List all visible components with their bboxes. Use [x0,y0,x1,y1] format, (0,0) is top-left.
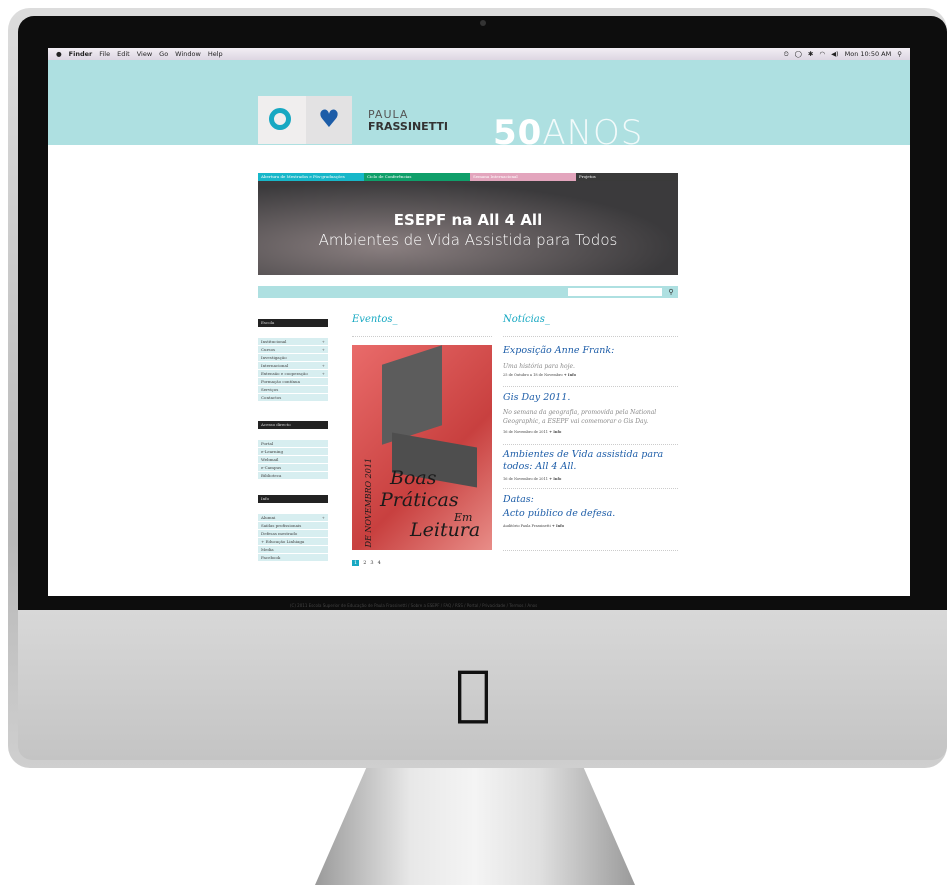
sidebar-item[interactable]: Alumni + [258,514,328,522]
tab-projetos[interactable]: Projetos [576,173,678,181]
feature-tabs: Abertura de Mestrados e Pós-graduações C… [258,173,678,181]
sync-icon[interactable]: ◯ [795,50,802,59]
divider [503,550,678,551]
imac-stand [315,768,635,885]
news-meta: 16 de Novembro de 2011 + Info [503,430,562,434]
bluetooth-icon[interactable]: ✱ [808,50,813,59]
sidebar-item[interactable]: + Educação Linhiaga [258,538,328,546]
tab-mestrados[interactable]: Abertura de Mestrados e Pós-graduações [258,173,364,181]
poster-text: Boas [390,467,437,489]
sidebar-item[interactable]: Internacional + [258,362,328,370]
menu-file[interactable]: File [99,50,110,58]
clock[interactable]: Mon 10:50 AM [845,50,892,59]
page-1[interactable]: 1 [352,560,360,566]
menu-edit[interactable]: Edit [117,50,130,58]
logo-heart-icon[interactable]: ♥ [306,96,352,144]
menu-help[interactable]: Help [208,50,223,58]
spotlight-icon[interactable]: ⚲ [897,50,902,59]
volume-icon[interactable]: ◀) [831,50,839,59]
news-title[interactable]: Gis Day 2011. [503,392,570,404]
banner-subtitle: Ambientes de Vida Assistida para Todos [318,231,618,249]
news-meta: Auditório Paula Frassinetti + Info [503,524,564,528]
divider [503,444,678,445]
sidebar-item[interactable]: e-Campus [258,464,328,472]
more-info-link[interactable]: + Info [549,430,561,434]
brand-line2: FRASSINETTI [368,120,449,133]
news-body: No semana da geografia, promovida pela N… [503,409,657,425]
news-title[interactable]: Exposição Anne Frank: [503,345,614,357]
news-meta: 25 de Outubro a 18 de Novembro + Info [503,373,576,377]
sidebar-item[interactable]: Serviços [258,386,328,394]
time-machine-icon[interactable]: ⏲ [784,50,789,59]
noticias-title: Notícias_ [503,314,550,325]
poster-date: 5 DE NOVEMBRO 2011 [364,457,373,550]
sidebar-item[interactable]: Saídas profissionais [258,522,328,530]
sidebar-item[interactable]: Cursos + [258,346,328,354]
news-body: Uma história para hoje. [503,363,575,370]
pagination: 1 2 3 4 [352,560,381,566]
screen: ● Finder File Edit View Go Window Help ⏲… [48,48,910,596]
poster-book-shape [382,345,442,445]
hero-banner[interactable]: ESEPF na All 4 All Ambientes de Vida Ass… [258,181,678,275]
camera-icon [480,20,486,26]
news-title[interactable]: Ambientes de Vida assistida para todos: … [503,449,678,473]
menu-window[interactable]: Window [175,50,201,58]
sidebar-acesso-title: Acesso directo [258,421,328,429]
sidebar-escola-list: Institucional + Cursos + Investigação Inte… [258,338,328,402]
eventos-title: Eventos_ [352,314,398,325]
sidebar-item[interactable]: e-Learning [258,448,328,456]
event-poster[interactable]: Boas Práticas Em Leitura 5 DE NOVEMBRO 2… [352,345,492,550]
sidebar-item[interactable]: Biblioteca [258,472,328,480]
divider [503,386,678,387]
poster-text: Práticas [380,489,459,511]
divider [503,488,678,489]
sidebar-item[interactable]: Webmail [258,456,328,464]
tab-conferencias[interactable]: Ciclo de Conferências [364,173,470,181]
wifi-icon[interactable]: ◠ [819,50,825,59]
site-header [48,60,910,145]
news-title[interactable]: Datas: [503,494,534,506]
menu-go[interactable]: Go [159,50,168,58]
sidebar-item[interactable]: Extensão e cooperação + [258,370,328,378]
divider [503,336,678,337]
more-info-link[interactable]: + Info [564,373,576,377]
poster-text: Leitura [410,519,481,541]
sidebar-item[interactable]: Contactos [258,394,328,402]
logo-circle-icon[interactable] [258,96,306,144]
tab-semana[interactable]: Semana Internacional [470,173,576,181]
more-info-link[interactable]: + Info [549,477,561,481]
sidebar-item[interactable]: Facebook [258,554,328,562]
more-info-link[interactable]: + Info [552,524,564,528]
news-subtitle[interactable]: Acto público de defesa. [503,508,615,520]
site-footer: (C) 2011 Escola Superior de Educação de … [290,603,538,608]
sidebar-acesso-list: Portal e-Learning Webmail e-Campus Bibli… [258,440,328,480]
sidebar-item[interactable]: Portal [258,440,328,448]
sidebar-item[interactable]: Defesas mestrado [258,530,328,538]
banner-title: ESEPF na All 4 All [393,211,543,229]
sidebar-info-title: Info [258,495,328,503]
sidebar-item[interactable]: Institucional + [258,338,328,346]
apple-logo-icon:  [455,663,491,723]
page-2[interactable]: 2 [363,560,366,566]
search-input[interactable] [568,288,662,296]
fifty-anos-logo: 50ANOS [493,116,644,145]
page-3[interactable]: 3 [370,560,373,566]
mac-menubar: ● Finder File Edit View Go Window Help ⏲… [48,48,910,60]
sidebar-item[interactable]: Formação contínua [258,378,328,386]
news-meta: 16 de Novembro de 2011 + Info [503,477,562,481]
page-4[interactable]: 4 [378,560,381,566]
menu-app[interactable]: Finder [69,50,93,58]
search-icon[interactable]: ⚲ [664,286,678,298]
menu-view[interactable]: View [137,50,152,58]
sidebar-escola-title: Escola [258,319,328,327]
apple-menu-icon[interactable]: ● [56,50,62,58]
divider [352,336,492,337]
sidebar-info-list: Alumni + Saídas profissionais Defesas mes… [258,514,328,562]
sidebar-item[interactable]: Investigação [258,354,328,362]
sidebar-item[interactable]: Media [258,546,328,554]
